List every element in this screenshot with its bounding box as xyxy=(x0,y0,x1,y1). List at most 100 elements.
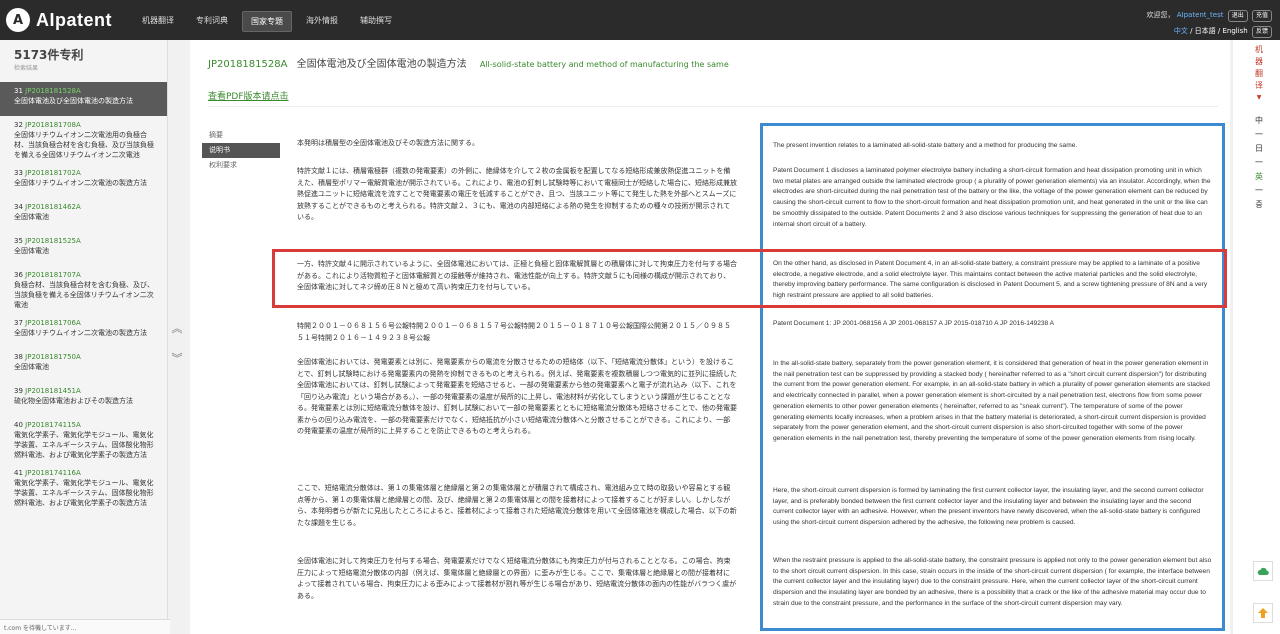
mt-char: 翻 xyxy=(1255,69,1263,78)
username-link[interactable]: AIpatent_test xyxy=(1177,11,1224,19)
en-paragraph: The present invention relates to a lamin… xyxy=(773,142,1078,149)
patent-list-sidebar: 5173件专利 检索结果 31 JP2018181528A 全固体電池及び全固体電… xyxy=(0,40,168,634)
patent-list-item[interactable]: 35 JP2018181525A 全固体電池 xyxy=(0,232,167,266)
patent-title-en: All-solid-state battery and method of ma… xyxy=(479,60,729,69)
mt-char: 译 xyxy=(1255,81,1263,90)
arrow-up-icon xyxy=(1258,608,1268,618)
cloud-download-button[interactable] xyxy=(1253,561,1273,581)
lang-separator: / xyxy=(1187,27,1195,35)
chevron-down-icon[interactable]: ︾ xyxy=(170,344,184,374)
nav-patent-dictionary[interactable]: 专利词典 xyxy=(188,11,236,32)
ja-paragraph: 全固体電池においては、発電要素とは別に、発電要素からの電流を分散させるための短絡… xyxy=(297,358,737,435)
nav-national-topics[interactable]: 国家专题 xyxy=(242,11,292,32)
lang-ja[interactable]: 日 xyxy=(1253,142,1265,156)
patent-title: JP2018181528A 全固体電池及び全固体電池の製造方法 All-soli… xyxy=(208,55,729,70)
patent-list-item[interactable]: 38 JP2018181750A 全固体電池 xyxy=(0,348,167,382)
patent-id-link[interactable]: JP2018181525A xyxy=(25,237,81,245)
logo[interactable]: A AIpatent xyxy=(6,8,112,32)
patent-id: JP2018181528A xyxy=(208,59,288,70)
patent-id-link[interactable]: JP2018181706A xyxy=(25,319,81,327)
feedback-button[interactable]: 反馈 xyxy=(1251,26,1272,38)
patent-id-link[interactable]: JP2018181750A xyxy=(25,353,81,361)
nav-writing-assist[interactable]: 辅助撰写 xyxy=(352,11,400,32)
logout-button[interactable]: 退出 xyxy=(1227,10,1248,22)
patent-index: 31 xyxy=(14,87,23,95)
patent-detail: JP2018181528A 全固体電池及び全固体電池の製造方法 All-soli… xyxy=(190,40,1230,634)
patent-list-item-header: 33 JP2018181702A xyxy=(14,168,157,178)
lang-japanese[interactable]: 日本語 xyxy=(1195,27,1216,35)
chevron-up-icon[interactable]: ︽ xyxy=(170,314,184,344)
patent-list-item[interactable]: 41 JP2018174116A 電気化学素子、電気化学モジュール、電気化学装置、… xyxy=(0,464,167,512)
ja-paragraph: 特許文献１には、積層電極群（複数の発電要素）の外側に、絶縁体を介して２枚の金属板… xyxy=(297,167,737,221)
nav-overseas-intel[interactable]: 海外情报 xyxy=(298,11,346,32)
patent-list-item[interactable]: 37 JP2018181706A 全固体リチウムイオン二次電池の製造方法 xyxy=(0,314,167,348)
tab-claims[interactable]: 权利要求 xyxy=(202,158,280,173)
patent-list-item[interactable]: 34 JP2018181462A 全固体電池 xyxy=(0,198,167,232)
lang-ko[interactable]: 중 xyxy=(1253,198,1265,212)
patent-id-link[interactable]: JP2018181708A xyxy=(25,121,81,129)
patent-index: 36 xyxy=(14,271,23,279)
patent-list-item[interactable]: 39 JP2018181451A 硫化物全固体電池およびその製造方法 xyxy=(0,382,167,416)
lang-english[interactable]: English xyxy=(1222,27,1247,35)
cloud-icon xyxy=(1257,567,1269,576)
result-count-label: 检索结果 xyxy=(14,65,39,72)
patent-id-link[interactable]: JP2018174115A xyxy=(25,421,81,429)
patent-list-item-title: 負極合材、当該負極合材を含む負極、及び、当該負極を備える全固体リチウムイオン二次… xyxy=(14,281,154,309)
patent-list-item-title: 全固体リチウムイオン二次電池の製造方法 xyxy=(14,179,147,187)
patent-index: 41 xyxy=(14,469,23,477)
patent-index: 35 xyxy=(14,237,23,245)
welcome-text: 欢迎您， xyxy=(1146,11,1175,19)
ja-paragraph: 特開２００１－０６８１５６号公報特開２００１－０６８１５７号公報特開２０１５－０… xyxy=(297,322,731,342)
lang-chinese[interactable]: 中文 xyxy=(1174,27,1188,35)
patent-list-item[interactable]: 36 JP2018181707A 負極合材、当該負極合材を含む負極、及び、当該負極… xyxy=(0,266,167,314)
back-to-top-button[interactable] xyxy=(1253,603,1273,623)
en-paragraph: In the all-solid-state battery, separate… xyxy=(773,360,1210,442)
patent-id-link[interactable]: JP2018181462A xyxy=(25,203,81,211)
lang-zh[interactable]: 中 xyxy=(1253,114,1265,128)
doc-tabs: 摘要 说明书 权利要求 xyxy=(202,128,280,173)
patent-id-link[interactable]: JP2018181528A xyxy=(25,87,81,95)
patent-list-item-header: 41 JP2018174116A xyxy=(14,468,157,478)
patent-list-item-title: 全固体電池 xyxy=(14,213,49,221)
view-pdf-link[interactable]: 查看PDF版本请点击 xyxy=(208,89,289,102)
divider xyxy=(208,106,1218,107)
nav-machine-translation[interactable]: 机器翻译 xyxy=(134,11,182,32)
patent-list-item-header: 36 JP2018181707A xyxy=(14,270,157,280)
patent-list-item-header: 35 JP2018181525A xyxy=(14,236,157,246)
patent-list-item-title: 全固体電池 xyxy=(14,247,49,255)
lang-sep: 一 xyxy=(1255,158,1263,167)
patent-id-link[interactable]: JP2018181707A xyxy=(25,271,81,279)
lang-en[interactable]: 英 xyxy=(1253,170,1265,184)
patent-list-item[interactable]: 32 JP2018181708A 全固体リチウムイオン二次電池用の負極合材、当該負… xyxy=(0,116,167,164)
tab-description[interactable]: 说明书 xyxy=(202,143,280,158)
patent-index: 40 xyxy=(14,421,23,429)
patent-list: 31 JP2018181528A 全固体電池及び全固体電池の製造方法 32 JP20… xyxy=(0,82,167,512)
en-paragraph: Here, the short-circuit current dispersi… xyxy=(773,487,1204,527)
list-scroll-controls: ︽ ︾ xyxy=(170,314,184,374)
patent-list-item-title: 硫化物全固体電池およびその製造方法 xyxy=(14,397,133,405)
patent-index: 34 xyxy=(14,203,23,211)
logo-text: AIpatent xyxy=(36,9,112,30)
patent-id-link[interactable]: JP2018174116A xyxy=(25,469,81,477)
patent-list-item-title: 全固体リチウムイオン二次電池の製造方法 xyxy=(14,329,147,337)
patent-list-item-header: 40 JP2018174115A xyxy=(14,420,157,430)
mt-char: 机 xyxy=(1255,45,1263,54)
result-count: 5173件专利 xyxy=(14,48,84,62)
patent-index: 32 xyxy=(14,121,23,129)
patent-index: 37 xyxy=(14,319,23,327)
patent-list-item[interactable]: 40 JP2018174115A 電気化学素子、電気化学モジュール、電気化学装置、… xyxy=(0,416,167,464)
patent-list-item[interactable]: 31 JP2018181528A 全固体電池及び全固体電池の製造方法 xyxy=(0,82,167,116)
top-navbar: A AIpatent 机器翻译 专利词典 国家专题 海外情报 辅助撰写 欢迎您，… xyxy=(0,0,1280,40)
machine-translate-toggle[interactable]: 机 器 翻 译 ▼ xyxy=(1253,44,1265,104)
patent-list-item-title: 電気化学素子、電気化学モジュール、電気化学装置、エネルギーシステム、固体酸化物形… xyxy=(14,479,154,507)
ja-paragraph: ここで、短絡電流分散体は、第１の集電体層と絶縁層と第２の集電体層とが積層されて構… xyxy=(297,484,737,527)
patent-id-link[interactable]: JP2018181451A xyxy=(25,387,81,395)
patent-index: 39 xyxy=(14,387,23,395)
patent-id-link[interactable]: JP2018181702A xyxy=(25,169,81,177)
patent-list-item[interactable]: 33 JP2018181702A 全固体リチウムイオン二次電池の製造方法 xyxy=(0,164,167,198)
highlight-box xyxy=(272,249,1227,308)
tab-abstract[interactable]: 摘要 xyxy=(202,128,280,143)
language-switch-vertical[interactable]: 中 一 日 一 英 一 중 xyxy=(1253,114,1265,212)
recharge-button[interactable]: 充值 xyxy=(1251,10,1272,22)
patent-list-item-header: 34 JP2018181462A xyxy=(14,202,157,212)
